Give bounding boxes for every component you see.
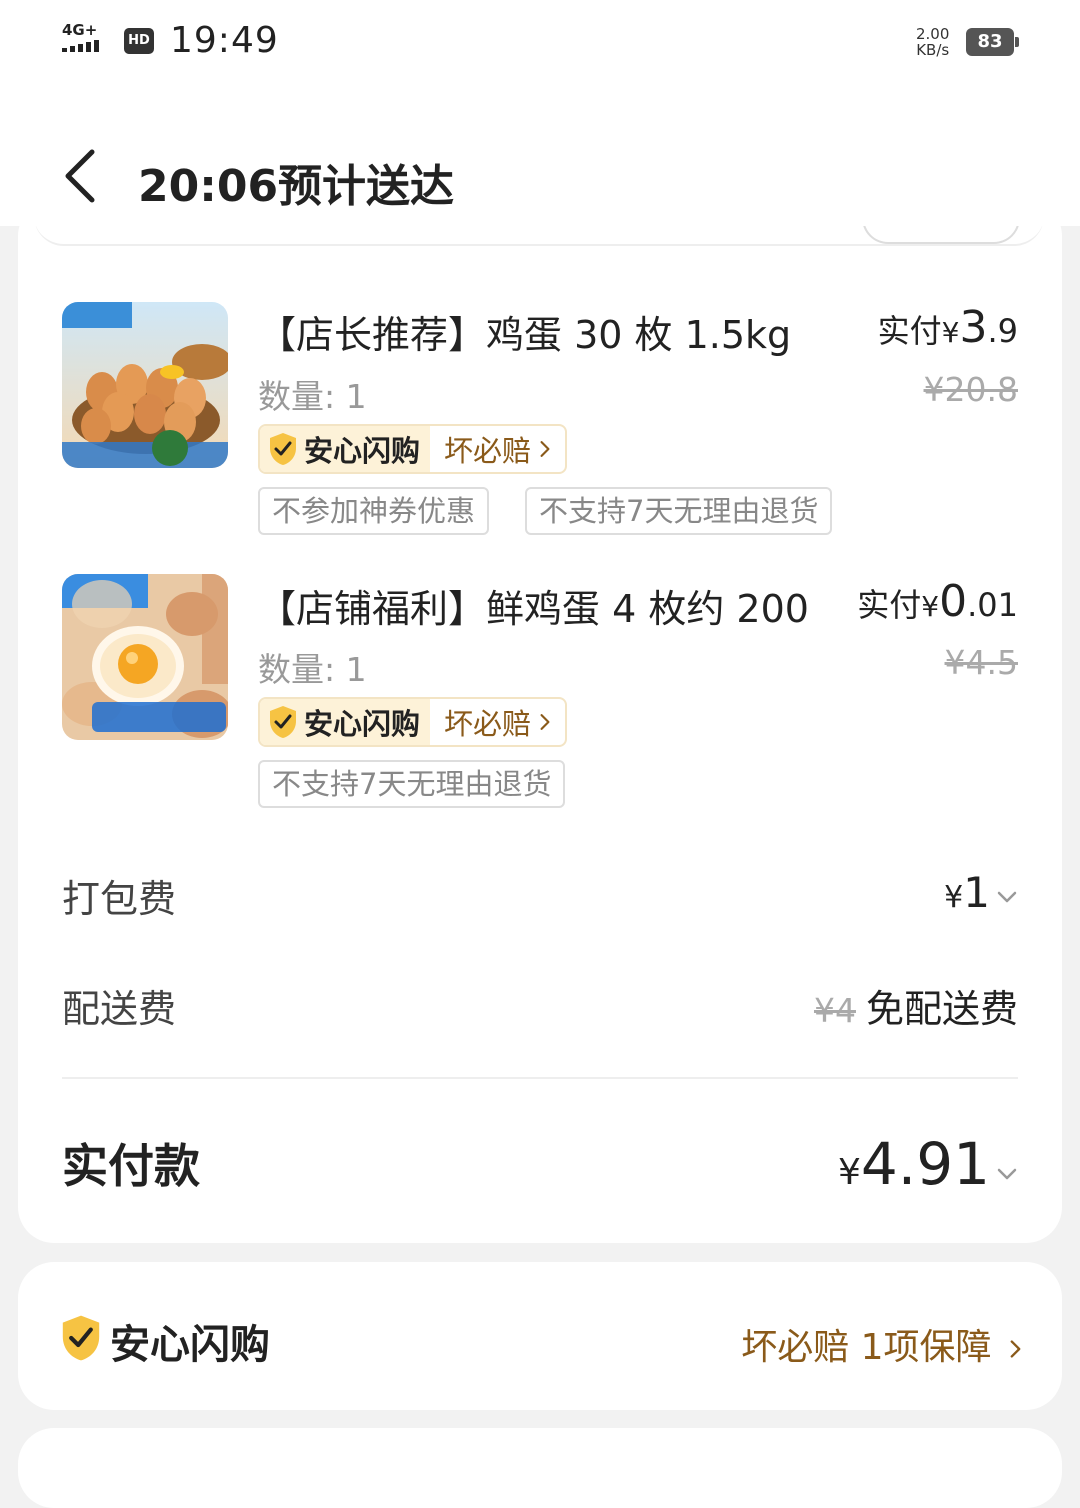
- product-name: 【店长推荐】鸡蛋 30 枚 1.5kg: [258, 313, 792, 357]
- guarantee-summary-text: 坏必赔 1项保障: [741, 1327, 992, 1368]
- total-amount: 4.91: [860, 1130, 990, 1198]
- paid-label: 实付: [877, 312, 942, 350]
- restriction-tag: 不参加神券优惠: [258, 487, 490, 535]
- signal-indicator: 4G+: [62, 22, 112, 58]
- order-card: 【店长推荐】鸡蛋 30 枚 1.5kg 实付¥3.9 数量: 1 ¥20.8 安…: [18, 200, 1062, 1243]
- paid-price: 实付¥0.01: [857, 576, 1018, 627]
- currency-symbol: ¥: [941, 316, 960, 349]
- currency-symbol: ¥: [921, 590, 940, 623]
- chevron-right-icon: [540, 714, 550, 730]
- paid-label: 实付: [857, 586, 922, 624]
- original-price: ¥20.8: [923, 370, 1018, 409]
- speed-value: 2.00: [916, 25, 950, 43]
- packing-fee-value: ¥1: [944, 868, 1018, 917]
- delivery-fee-value: ¥4 免配送费: [814, 978, 1018, 1033]
- price-decimal: .9: [987, 312, 1018, 350]
- price-integer: 3: [959, 302, 988, 353]
- guarantee-card[interactable]: 安心闪购 坏必赔 1项保障: [18, 1262, 1062, 1410]
- guarantee-promise: 坏必赔: [430, 426, 565, 472]
- price-integer: 0: [939, 576, 968, 627]
- guarantee-promise: 坏必赔: [430, 699, 565, 745]
- chevron-right-icon: [540, 441, 550, 457]
- total-row[interactable]: 实付款 ¥4.91: [62, 1130, 1018, 1200]
- status-time: 19:49: [170, 20, 279, 61]
- delivery-fee-original: ¥4: [813, 991, 856, 1030]
- hd-badge: HD: [124, 28, 154, 54]
- delivery-fee-label: 配送费: [62, 987, 177, 1031]
- guarantee-brand: 安心闪购: [260, 426, 431, 472]
- egg-basket-image: [62, 302, 228, 468]
- total-value: ¥4.91: [838, 1130, 1018, 1198]
- packing-fee-amount: 1: [963, 868, 990, 917]
- next-card-peek: [18, 1428, 1062, 1508]
- chevron-down-icon: [997, 1168, 1017, 1179]
- restriction-tag: 不支持7天无理由退货: [525, 487, 833, 535]
- delivery-fee-row: 配送费 ¥4 免配送费: [62, 978, 1018, 1034]
- signal-bars-icon: [62, 40, 112, 52]
- product-name: 【店铺福利】鲜鸡蛋 4 枚约 200: [258, 587, 809, 631]
- guarantee-brand-label: 安心闪购: [304, 434, 421, 468]
- page-title: 20:06预计送达: [138, 161, 455, 212]
- guarantee-summary[interactable]: 坏必赔 1项保障: [741, 1318, 1022, 1370]
- shield-check-icon: [270, 706, 296, 738]
- guarantee-badge[interactable]: 安心闪购 坏必赔: [258, 697, 568, 747]
- original-price: ¥4.5: [944, 643, 1018, 682]
- shield-check-icon: [270, 433, 296, 465]
- speed-unit: KB/s: [916, 41, 950, 59]
- chevron-down-icon: [997, 891, 1017, 902]
- price-decimal: .01: [967, 586, 1018, 624]
- product-quantity: 数量: 1: [258, 650, 367, 689]
- guarantee-promise-label: 坏必赔: [444, 434, 532, 468]
- guarantee-badge[interactable]: 安心闪购 坏必赔: [258, 424, 568, 474]
- product-image[interactable]: [62, 574, 228, 740]
- packing-fee-row[interactable]: 打包费 ¥1: [62, 868, 1018, 924]
- shield-check-icon: [62, 1315, 100, 1361]
- back-button[interactable]: [60, 148, 100, 204]
- product-image[interactable]: [62, 302, 228, 468]
- restriction-tag: 不支持7天无理由退货: [258, 760, 566, 808]
- paid-price: 实付¥3.9: [878, 302, 1018, 353]
- chevron-left-icon: [65, 149, 95, 203]
- battery-icon: 83: [966, 28, 1019, 56]
- divider: [62, 1077, 1018, 1079]
- guarantee-brand-title: 安心闪购: [110, 1322, 270, 1368]
- chevron-right-icon: [1010, 1340, 1021, 1358]
- currency-symbol: ¥: [944, 880, 964, 915]
- guarantee-brand: 安心闪购: [260, 699, 431, 745]
- guarantee-brand-label: 安心闪购: [304, 707, 421, 741]
- page-header: 20:06预计送达: [0, 90, 1080, 226]
- status-bar: 4G+ HD 19:49 2.00 KB/s 83: [0, 0, 1080, 90]
- cracked-egg-image: [62, 574, 228, 740]
- currency-symbol: ¥: [837, 1152, 861, 1193]
- guarantee-promise-label: 坏必赔: [444, 707, 532, 741]
- product-quantity: 数量: 1: [258, 377, 367, 416]
- network-speed: 2.00 KB/s: [916, 26, 949, 58]
- packing-fee-label: 打包费: [62, 877, 177, 921]
- delivery-fee-amount: 免配送费: [865, 987, 1018, 1031]
- total-label: 实付款: [62, 1139, 200, 1193]
- network-type: 4G+: [62, 21, 98, 39]
